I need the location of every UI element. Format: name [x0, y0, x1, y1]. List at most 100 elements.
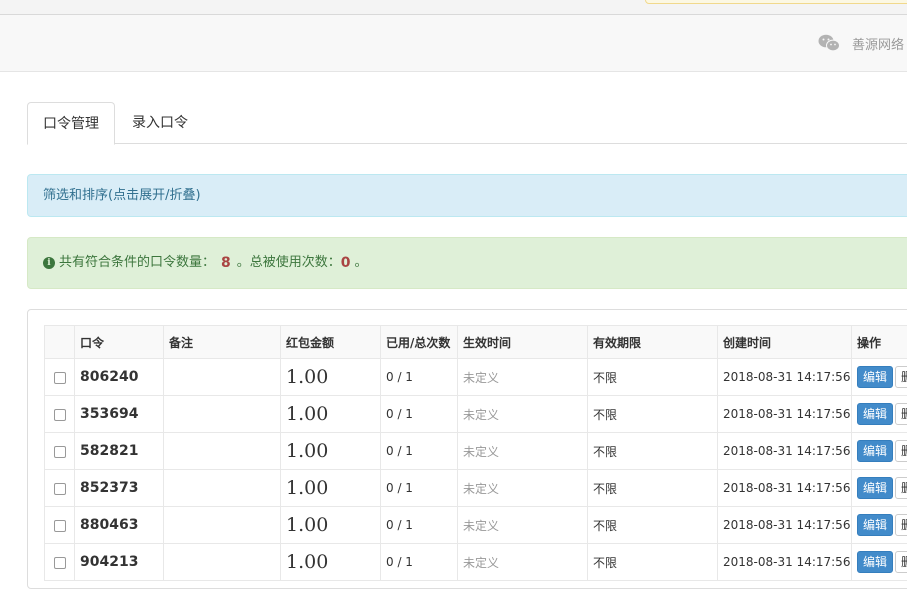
validity: 不限 — [588, 470, 718, 507]
start-time: 未定义 — [458, 544, 588, 581]
edit-button[interactable]: 编辑 — [857, 403, 893, 425]
created-time: 2018-08-31 14:17:56 — [718, 359, 852, 396]
created-time: 2018-08-31 14:17:56 — [718, 507, 852, 544]
created-time: 2018-08-31 14:17:56 — [718, 470, 852, 507]
password-count: 8 — [221, 238, 231, 288]
tab-add-password[interactable]: 录入口令 — [117, 102, 207, 144]
validity: 不限 — [588, 544, 718, 581]
password-table: 口令 备注 红包金额 已用/总次数 生效时间 有效期限 创建时间 操作 8062… — [44, 325, 907, 581]
tab-password-management[interactable]: 口令管理 — [27, 102, 115, 145]
delete-button[interactable]: 删 — [895, 514, 907, 536]
header-code[interactable]: 口令 — [75, 326, 164, 359]
actions-cell: 编辑删 — [852, 359, 907, 396]
used-total: 0 / 1 — [381, 544, 458, 581]
row-checkbox[interactable] — [54, 483, 66, 495]
table-row: 852373 1.00 0 / 1 未定义 不限 2018-08-31 14:1… — [45, 470, 907, 507]
note — [164, 433, 281, 470]
top-notice — [645, 0, 907, 4]
row-select-cell — [45, 396, 75, 433]
actions-cell: 编辑删 — [852, 396, 907, 433]
password-code: 582821 — [75, 433, 164, 470]
header-actions: 操作 — [852, 326, 907, 359]
header-created-time[interactable]: 创建时间 — [718, 326, 852, 359]
row-checkbox[interactable] — [54, 409, 66, 421]
created-time: 2018-08-31 14:17:56 — [718, 544, 852, 581]
summary-middle: 。总被使用次数： — [237, 238, 341, 288]
used-total: 0 / 1 — [381, 396, 458, 433]
table-row: 904213 1.00 0 / 1 未定义 不限 2018-08-31 14:1… — [45, 544, 907, 581]
header-amount[interactable]: 红包金额 — [281, 326, 381, 359]
filter-sort-toggle[interactable]: 筛选和排序(点击展开/折叠) — [27, 174, 907, 217]
total-used-count: 0 — [341, 238, 351, 288]
amount: 1.00 — [281, 507, 381, 544]
amount: 1.00 — [281, 470, 381, 507]
actions-cell: 编辑删 — [852, 470, 907, 507]
edit-button[interactable]: 编辑 — [857, 477, 893, 499]
row-checkbox[interactable] — [54, 372, 66, 384]
table-row: 880463 1.00 0 / 1 未定义 不限 2018-08-31 14:1… — [45, 507, 907, 544]
validity: 不限 — [588, 507, 718, 544]
row-checkbox[interactable] — [54, 446, 66, 458]
row-select-cell — [45, 359, 75, 396]
row-select-cell — [45, 470, 75, 507]
header-validity[interactable]: 有效期限 — [588, 326, 718, 359]
validity: 不限 — [588, 433, 718, 470]
delete-button[interactable]: 删 — [895, 440, 907, 462]
used-total: 0 / 1 — [381, 470, 458, 507]
password-code: 806240 — [75, 359, 164, 396]
table-row: 353694 1.00 0 / 1 未定义 不限 2018-08-31 14:1… — [45, 396, 907, 433]
amount: 1.00 — [281, 544, 381, 581]
table-panel: 口令 备注 红包金额 已用/总次数 生效时间 有效期限 创建时间 操作 8062… — [27, 309, 907, 589]
delete-button[interactable]: 删 — [895, 366, 907, 388]
start-time: 未定义 — [458, 433, 588, 470]
table-row: 582821 1.00 0 / 1 未定义 不限 2018-08-31 14:1… — [45, 433, 907, 470]
amount: 1.00 — [281, 433, 381, 470]
used-total: 0 / 1 — [381, 359, 458, 396]
note — [164, 396, 281, 433]
start-time: 未定义 — [458, 507, 588, 544]
created-time: 2018-08-31 14:17:56 — [718, 433, 852, 470]
created-time: 2018-08-31 14:17:56 — [718, 396, 852, 433]
delete-button[interactable]: 删 — [895, 477, 907, 499]
password-code: 852373 — [75, 470, 164, 507]
info-icon: i — [43, 257, 55, 269]
header-bar: 善源网络 — [0, 15, 907, 72]
note — [164, 470, 281, 507]
start-time: 未定义 — [458, 396, 588, 433]
amount: 1.00 — [281, 359, 381, 396]
brand-text: 善源网络 — [852, 34, 904, 53]
row-checkbox[interactable] — [54, 520, 66, 532]
summary-prefix: 共有符合条件的口令数量： — [59, 238, 215, 288]
top-bar — [0, 0, 907, 15]
validity: 不限 — [588, 359, 718, 396]
start-time: 未定义 — [458, 359, 588, 396]
password-code: 880463 — [75, 507, 164, 544]
actions-cell: 编辑删 — [852, 507, 907, 544]
header-select — [45, 326, 75, 359]
used-total: 0 / 1 — [381, 507, 458, 544]
amount: 1.00 — [281, 396, 381, 433]
edit-button[interactable]: 编辑 — [857, 514, 893, 536]
summary-suffix: 。 — [355, 238, 368, 288]
used-total: 0 / 1 — [381, 433, 458, 470]
table-row: 806240 1.00 0 / 1 未定义 不限 2018-08-31 14:1… — [45, 359, 907, 396]
note — [164, 359, 281, 396]
brand: 善源网络 — [818, 33, 904, 53]
note — [164, 544, 281, 581]
edit-button[interactable]: 编辑 — [857, 366, 893, 388]
password-code: 904213 — [75, 544, 164, 581]
password-code: 353694 — [75, 396, 164, 433]
table-header-row: 口令 备注 红包金额 已用/总次数 生效时间 有效期限 创建时间 操作 — [45, 326, 907, 359]
header-note[interactable]: 备注 — [164, 326, 281, 359]
edit-button[interactable]: 编辑 — [857, 551, 893, 573]
header-start-time[interactable]: 生效时间 — [458, 326, 588, 359]
note — [164, 507, 281, 544]
row-select-cell — [45, 544, 75, 581]
row-select-cell — [45, 507, 75, 544]
header-used-total[interactable]: 已用/总次数 — [381, 326, 458, 359]
edit-button[interactable]: 编辑 — [857, 440, 893, 462]
delete-button[interactable]: 删 — [895, 403, 907, 425]
start-time: 未定义 — [458, 470, 588, 507]
delete-button[interactable]: 删 — [895, 551, 907, 573]
wechat-icon — [818, 34, 840, 52]
